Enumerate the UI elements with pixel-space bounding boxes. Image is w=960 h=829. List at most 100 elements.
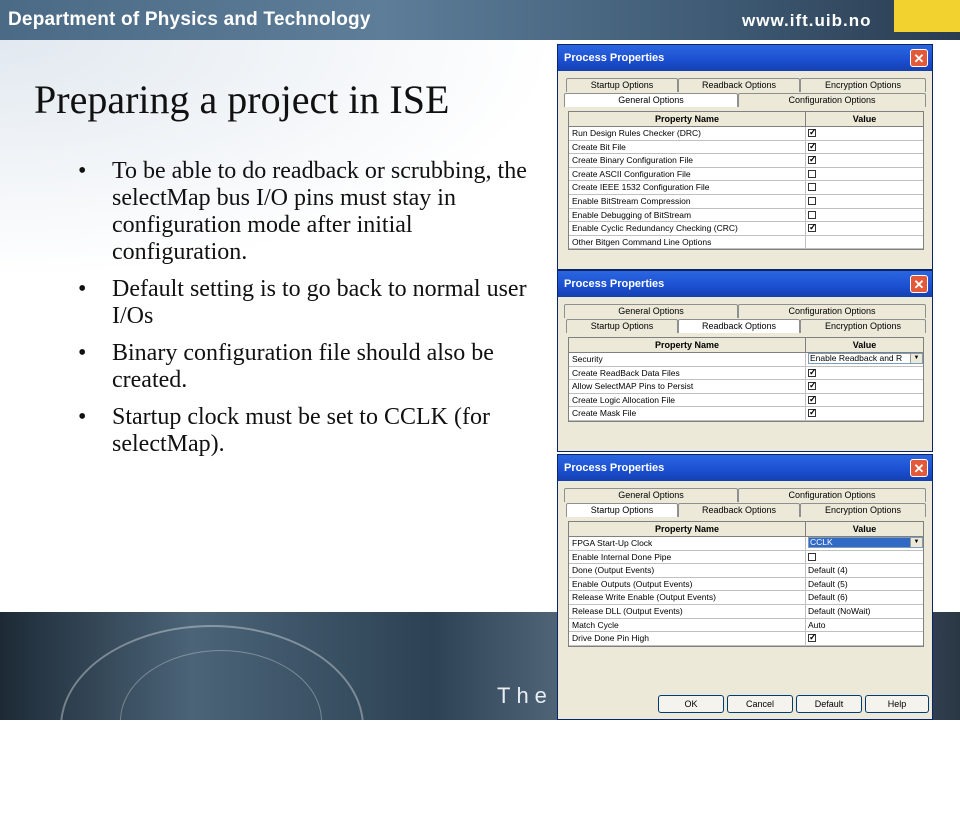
tab-row-back: Startup Options Readback Options Encrypt… (558, 77, 932, 92)
tab-readback-options[interactable]: Readback Options (678, 319, 800, 333)
table-row[interactable]: Create Bit File (569, 140, 923, 155)
close-icon[interactable]: ✕ (910, 49, 928, 67)
checkbox[interactable] (808, 407, 817, 418)
cancel-button[interactable]: Cancel (727, 695, 793, 713)
table-row[interactable]: Enable BitStream Compression (569, 194, 923, 209)
table-row[interactable]: Release Write Enable (Output Events) Defa… (569, 591, 923, 605)
tab-startup-options[interactable]: Startup Options (566, 503, 678, 517)
table-row[interactable]: Security Enable Readback and R ▼ (569, 353, 923, 367)
close-icon[interactable]: ✕ (910, 459, 928, 477)
table-row[interactable]: Create Binary Configuration File (569, 154, 923, 168)
property-name: FPGA Start-Up Clock (569, 537, 806, 550)
table-row[interactable]: FPGA Start-Up Clock CCLK ▼ (569, 537, 923, 551)
table-row[interactable]: Enable Internal Done Pipe (569, 550, 923, 565)
property-value[interactable]: Default (4) (806, 564, 923, 577)
tab-configuration-options[interactable]: Configuration Options (738, 488, 926, 502)
table-row[interactable]: Other Bitgen Command Line Options (569, 235, 923, 250)
tab-startup-options[interactable]: Startup Options (566, 319, 678, 333)
checkbox[interactable] (808, 222, 817, 233)
checkbox[interactable] (808, 183, 816, 192)
properties-table: Property Name Value Run Design Rules Che… (568, 111, 924, 251)
checkbox[interactable] (808, 127, 817, 138)
table-row[interactable]: Create IEEE 1532 Configuration File (569, 181, 923, 195)
tab-row-front: Startup Options Readback Options Encrypt… (558, 502, 932, 517)
startup-clock-dropdown[interactable]: CCLK ▼ (808, 537, 923, 548)
column-header-property: Property Name (569, 522, 806, 536)
properties-table: Property Name Value Security Enable Readb… (568, 337, 924, 422)
table-row[interactable]: Run Design Rules Checker (DRC) (569, 127, 923, 141)
table-row[interactable]: Create Mask File (569, 407, 923, 421)
property-name: Create Mask File (569, 407, 806, 420)
chevron-down-icon[interactable]: ▼ (910, 538, 922, 547)
tab-startup-options[interactable]: Startup Options (566, 78, 678, 92)
bullet-item: • To be able to do readback or scrubbing,… (78, 158, 528, 266)
dialog-titlebar[interactable]: Process Properties ✕ (558, 455, 932, 481)
tab-readback-options[interactable]: Readback Options (678, 503, 800, 517)
table-row[interactable]: Done (Output Events) Default (4) (569, 564, 923, 578)
tab-encryption-options[interactable]: Encryption Options (800, 319, 926, 333)
process-properties-dialog-startup: Process Properties ✕ General Options Con… (557, 454, 933, 720)
property-name: Create Bit File (569, 140, 806, 154)
property-value[interactable]: Default (NoWait) (806, 605, 923, 618)
property-name: Security (569, 353, 806, 366)
table-row[interactable]: Create ASCII Configuration File (569, 167, 923, 182)
table-row[interactable]: Create ReadBack Data Files (569, 366, 923, 381)
bullet-item: • Startup clock must be set to CCLK (for … (78, 404, 528, 458)
bullet-text: Startup clock must be set to CCLK (for s… (112, 404, 490, 457)
tab-configuration-options[interactable]: Configuration Options (738, 93, 926, 107)
property-value[interactable]: Default (6) (806, 591, 923, 604)
table-row[interactable]: Enable Cyclic Redundancy Checking (CRC) (569, 222, 923, 236)
help-button[interactable]: Help (865, 695, 929, 713)
text-value-field[interactable] (806, 236, 923, 249)
bullet-text: To be able to do readback or scrubbing, … (112, 158, 527, 265)
tab-row-back: General Options Configuration Options (558, 303, 932, 318)
website-url[interactable]: www.ift.uib.no (742, 11, 872, 31)
property-name: Enable BitStream Compression (569, 194, 806, 208)
table-row[interactable]: Enable Outputs (Output Events) Default (5… (569, 577, 923, 592)
tab-general-options[interactable]: General Options (564, 488, 738, 502)
checkbox[interactable] (808, 169, 816, 178)
tab-row-front: Startup Options Readback Options Encrypt… (558, 318, 932, 333)
table-row[interactable]: Allow SelectMAP Pins to Persist (569, 380, 923, 394)
tab-encryption-options[interactable]: Encryption Options (800, 503, 926, 517)
tab-configuration-options[interactable]: Configuration Options (738, 304, 926, 318)
checkbox[interactable] (808, 552, 816, 561)
table-row[interactable]: Match Cycle Auto (569, 618, 923, 633)
property-name: Enable Internal Done Pipe (569, 550, 806, 564)
property-name: Create Binary Configuration File (569, 154, 806, 167)
checkbox[interactable] (808, 394, 817, 405)
table-row[interactable]: Enable Debugging of BitStream (569, 208, 923, 223)
table-row[interactable]: Release DLL (Output Events) Default (NoWa… (569, 604, 923, 619)
security-dropdown[interactable]: Enable Readback and R ▼ (808, 353, 923, 364)
checkbox[interactable] (808, 367, 817, 378)
tab-row-front: General Options Configuration Options (558, 92, 932, 107)
checkbox[interactable] (808, 210, 816, 219)
dialog-titlebar[interactable]: Process Properties ✕ (558, 45, 932, 71)
property-name: Enable Cyclic Redundancy Checking (CRC) (569, 222, 806, 235)
close-icon[interactable]: ✕ (910, 275, 928, 293)
dialog-titlebar[interactable]: Process Properties ✕ (558, 271, 932, 297)
checkbox[interactable] (808, 141, 817, 152)
banner-accent-block (894, 0, 960, 32)
tab-general-options[interactable]: General Options (564, 93, 738, 107)
tab-encryption-options[interactable]: Encryption Options (800, 78, 926, 92)
column-header-property: Property Name (569, 112, 806, 126)
tab-general-options[interactable]: General Options (564, 304, 738, 318)
checkbox[interactable] (808, 632, 817, 643)
property-value[interactable]: Auto (806, 619, 923, 632)
process-properties-dialog-readback: Process Properties ✕ General Options Con… (557, 270, 933, 452)
checkbox[interactable] (808, 154, 817, 165)
property-name: Release DLL (Output Events) (569, 604, 806, 618)
property-value[interactable]: Default (5) (806, 578, 923, 591)
process-properties-dialog-general: Process Properties ✕ Startup Options Rea… (557, 44, 933, 270)
checkbox[interactable] (808, 196, 816, 205)
table-row[interactable]: Drive Done Pin High (569, 632, 923, 646)
tab-readback-options[interactable]: Readback Options (678, 78, 800, 92)
ok-button[interactable]: OK (658, 695, 724, 713)
table-row[interactable]: Create Logic Allocation File (569, 393, 923, 408)
bullet-text: Default setting is to go back to normal … (112, 276, 527, 329)
checkbox[interactable] (808, 380, 817, 391)
default-button[interactable]: Default (796, 695, 862, 713)
chevron-down-icon[interactable]: ▼ (910, 354, 922, 363)
bullet-icon: • (78, 340, 87, 366)
